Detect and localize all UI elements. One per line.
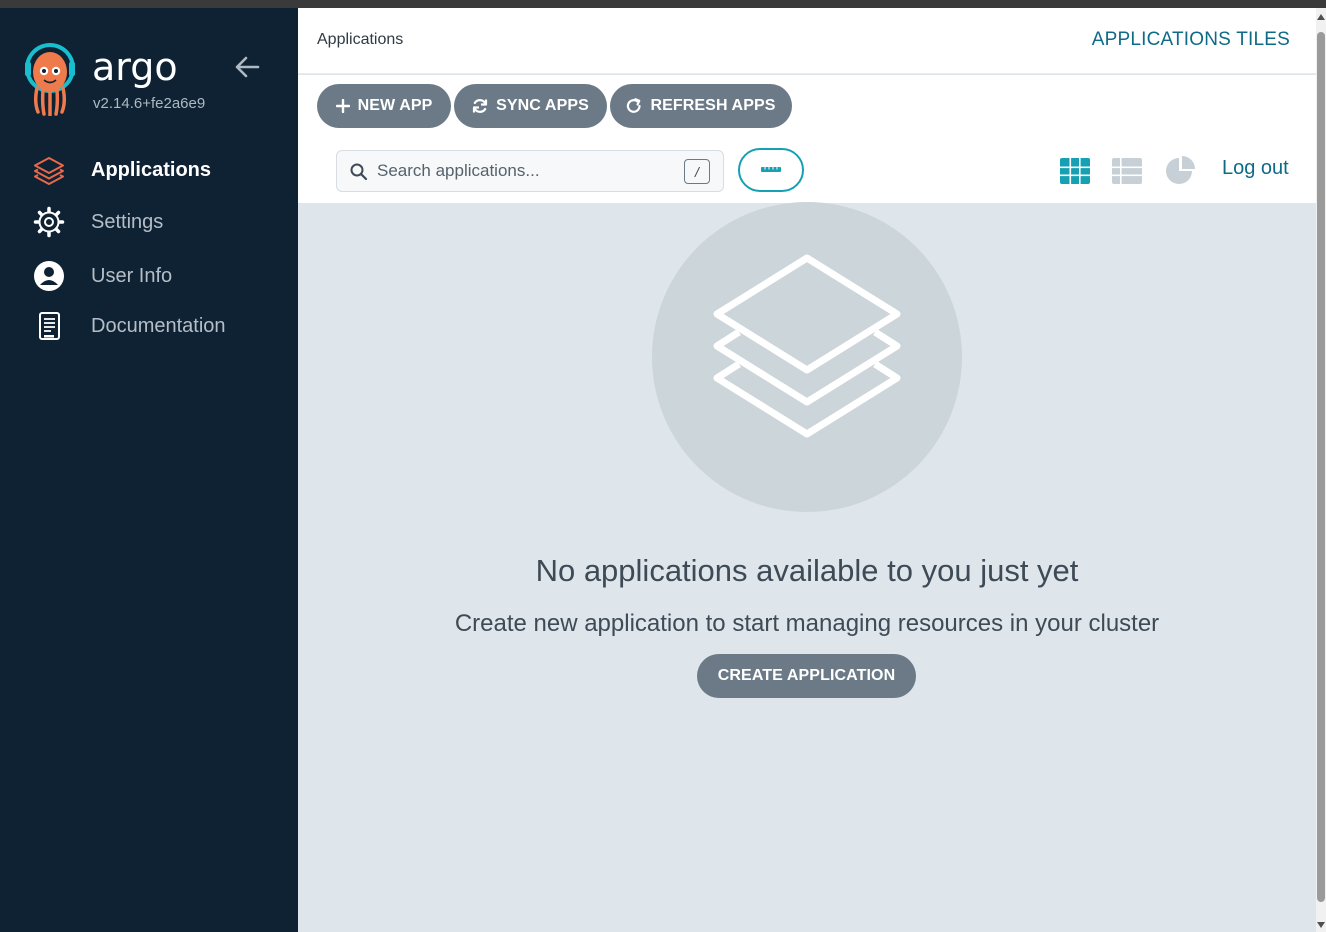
user-icon — [32, 259, 66, 293]
search-input[interactable] — [377, 151, 677, 191]
grid-view-icon — [1060, 158, 1090, 184]
layers-icon — [713, 254, 901, 438]
scroll-down-arrow-icon[interactable] — [1317, 922, 1325, 928]
toolbar: NEW APP SYNC APPS REFRESH APPS Search ap… — [298, 75, 1316, 203]
gear-icon — [32, 205, 66, 239]
refresh-apps-button[interactable]: REFRESH APPS — [610, 84, 792, 128]
sidebar-item-settings[interactable]: Settings — [0, 200, 298, 244]
layers-icon — [32, 153, 66, 187]
search-icon — [350, 163, 368, 181]
sidebar: argo v2.14.6+fe2a6e9 Applications Settin… — [0, 8, 298, 932]
sidebar-item-user-info[interactable]: User Info — [0, 254, 298, 298]
argo-logo — [22, 40, 78, 117]
window-top-strip — [0, 0, 1326, 8]
sync-apps-button[interactable]: SYNC APPS — [454, 84, 607, 128]
scrollbar-thumb[interactable] — [1317, 32, 1325, 902]
new-app-button[interactable]: NEW APP — [317, 84, 451, 128]
arrow-left-icon — [235, 56, 260, 78]
logout-link[interactable]: Log out — [1222, 157, 1289, 180]
search-shortcut-key: / — [684, 159, 710, 184]
brand-name: argo — [92, 45, 178, 89]
empty-state-title: No applications available to you just ye… — [535, 553, 1079, 588]
version-label: v2.14.6+fe2a6e9 — [93, 95, 206, 112]
sidebar-item-label: Documentation — [91, 314, 226, 337]
main-content: Applications APPLICATIONS TILES NEW APP … — [298, 8, 1316, 932]
page-title: APPLICATIONS TILES — [1091, 29, 1290, 50]
sidebar-item-label: User Info — [91, 264, 173, 287]
scroll-up-arrow-icon[interactable] — [1317, 14, 1325, 20]
plus-icon — [335, 99, 350, 113]
refresh-apps-label: REFRESH APPS — [650, 97, 776, 114]
empty-state-illustration — [652, 202, 962, 512]
list-view-icon — [1112, 158, 1142, 184]
refresh-icon — [627, 98, 642, 113]
tiles-view-button[interactable] — [1058, 154, 1092, 188]
sidebar-item-documentation[interactable]: Documentation — [0, 304, 298, 348]
empty-state-subtitle: Create new application to start managing… — [454, 610, 1160, 637]
top-bar: Applications APPLICATIONS TILES — [298, 8, 1316, 74]
sync-apps-label: SYNC APPS — [496, 97, 589, 114]
sidebar-item-applications[interactable]: Applications — [0, 148, 298, 192]
collapse-sidebar-button[interactable] — [232, 52, 262, 82]
create-application-button[interactable]: CREATE APPLICATION — [697, 654, 916, 698]
list-view-button[interactable] — [1110, 154, 1144, 188]
breadcrumb[interactable]: Applications — [317, 31, 403, 49]
sidebar-item-label: Applications — [91, 158, 212, 181]
pie-chart-icon — [1166, 156, 1195, 184]
sync-icon — [473, 99, 488, 113]
filter-bars-icon — [761, 167, 781, 172]
new-app-label: NEW APP — [357, 97, 433, 114]
summary-view-button[interactable] — [1164, 154, 1198, 188]
search-box: / — [336, 150, 724, 192]
filters-toggle-button[interactable] — [738, 148, 804, 192]
book-icon — [32, 309, 66, 343]
sidebar-item-label: Settings — [91, 210, 164, 233]
vertical-scrollbar[interactable] — [1316, 8, 1326, 932]
